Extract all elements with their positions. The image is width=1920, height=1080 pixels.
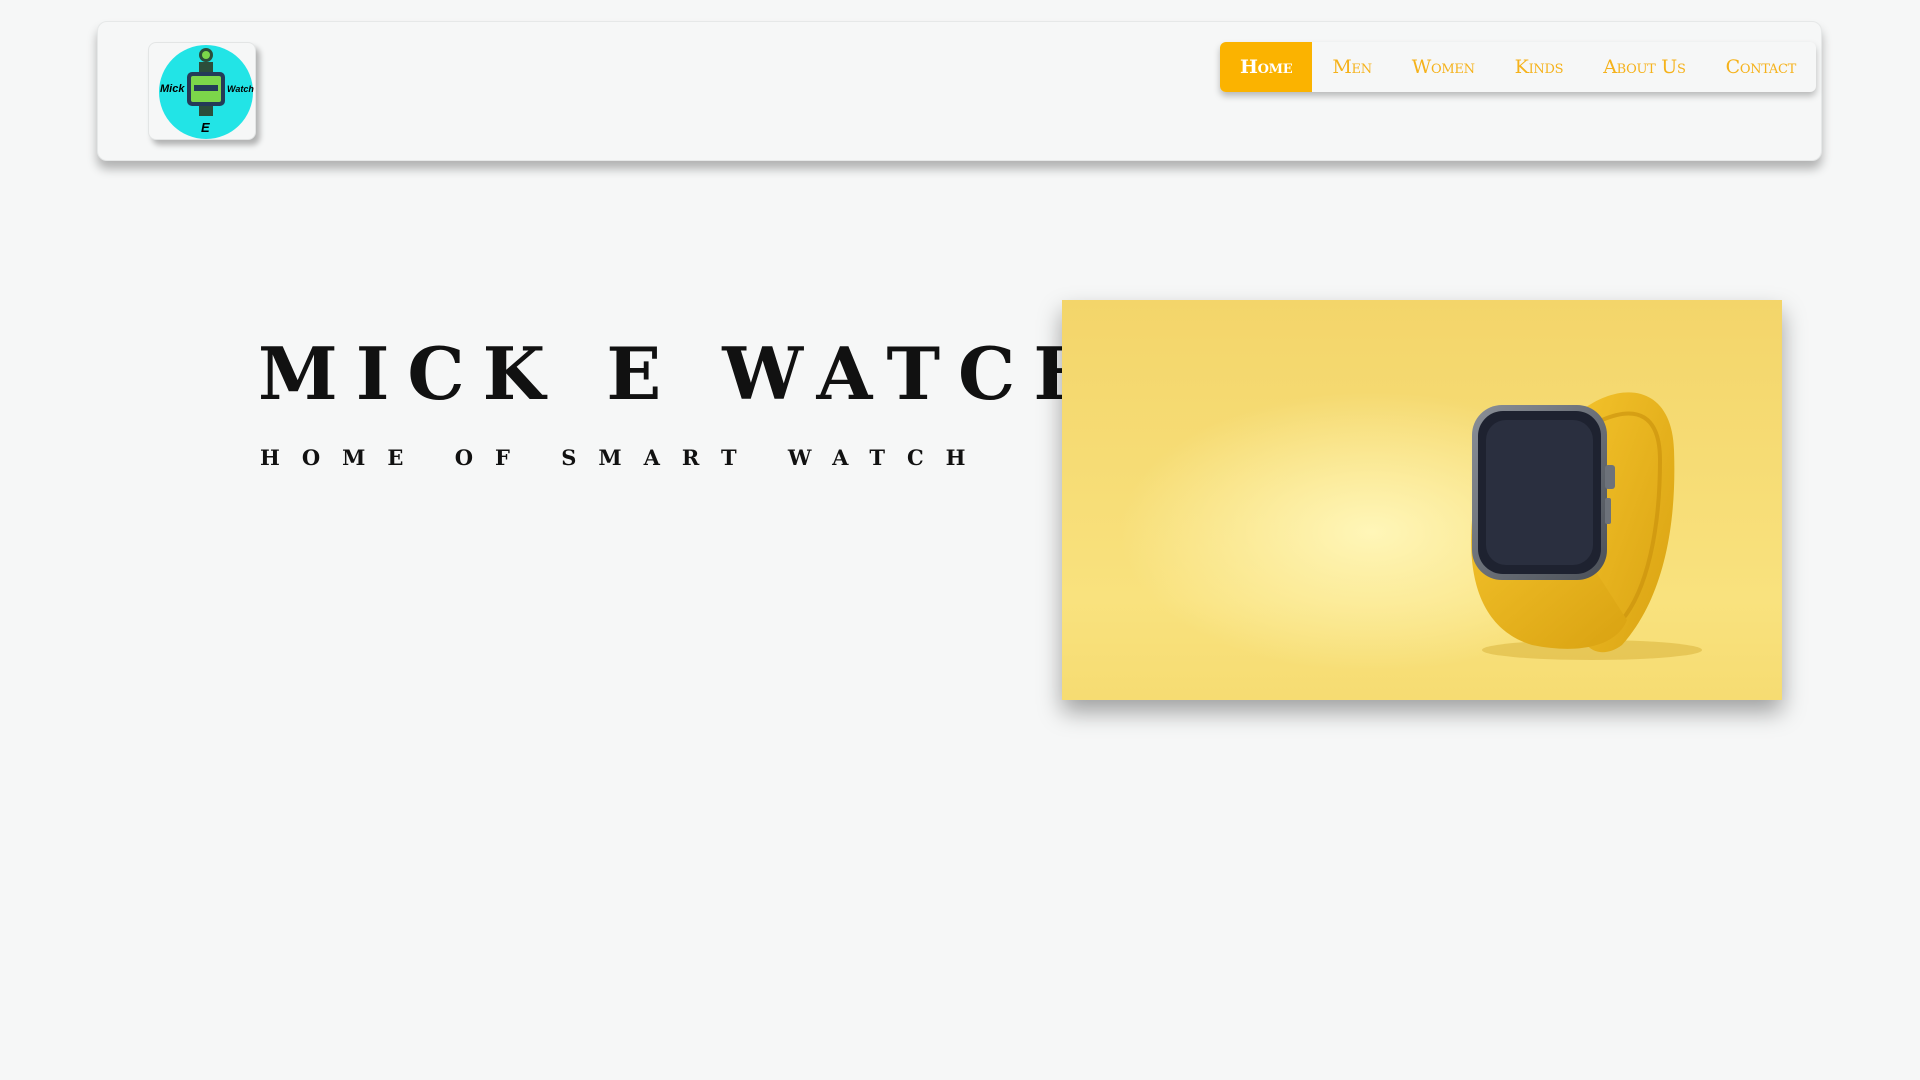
nav-item-women[interactable]: Women xyxy=(1392,42,1495,92)
smartwatch-logo-icon: Mick Watch E xyxy=(159,45,254,139)
main-nav: Home Men Women Kinds About Us Contact xyxy=(1220,42,1817,92)
logo-text-left: Mick xyxy=(160,83,185,95)
logo[interactable]: Mick Watch E xyxy=(148,42,256,140)
nav-item-men[interactable]: Men xyxy=(1312,42,1391,92)
logo-text-right: Watch xyxy=(227,84,254,94)
hero-title: MICK E WATCH xyxy=(258,331,1120,416)
nav-item-kinds[interactable]: Kinds xyxy=(1495,42,1584,92)
logo-text-bottom: E xyxy=(201,120,210,135)
hero-subtitle: HOME OF SMART WATCH xyxy=(260,445,988,470)
nav-item-about-us[interactable]: About Us xyxy=(1583,42,1705,92)
site-header: Mick Watch E Home Men Women Kinds About … xyxy=(97,21,1822,161)
nav-item-home[interactable]: Home xyxy=(1220,42,1313,92)
yellow-smartwatch-image xyxy=(1062,300,1782,700)
nav-item-contact[interactable]: Contact xyxy=(1706,42,1816,92)
hero-image xyxy=(1062,300,1782,700)
